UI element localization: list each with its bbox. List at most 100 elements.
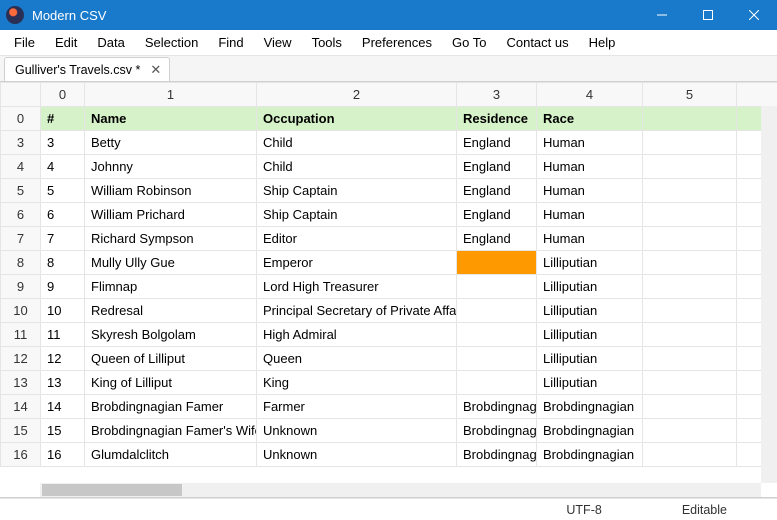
cell[interactable]: Human: [537, 203, 643, 227]
maximize-button[interactable]: [685, 0, 731, 30]
row-header[interactable]: 15: [1, 419, 41, 443]
cell[interactable]: Race: [537, 107, 643, 131]
cell[interactable]: Child: [257, 131, 457, 155]
menu-preferences[interactable]: Preferences: [352, 32, 442, 53]
cell[interactable]: 3: [41, 131, 85, 155]
cell[interactable]: [457, 323, 537, 347]
cell[interactable]: England: [457, 179, 537, 203]
corner-cell[interactable]: [1, 83, 41, 107]
menu-selection[interactable]: Selection: [135, 32, 208, 53]
cell[interactable]: [643, 227, 737, 251]
cell[interactable]: Human: [537, 227, 643, 251]
cell[interactable]: England: [457, 203, 537, 227]
cell[interactable]: Unknown: [257, 419, 457, 443]
cell[interactable]: Emperor: [257, 251, 457, 275]
cell[interactable]: Brobdingnag: [457, 443, 537, 467]
cell[interactable]: [643, 155, 737, 179]
menu-tools[interactable]: Tools: [302, 32, 352, 53]
cell[interactable]: Lord High Treasurer: [257, 275, 457, 299]
cell[interactable]: Residence: [457, 107, 537, 131]
cell[interactable]: 13: [41, 371, 85, 395]
row-header[interactable]: 10: [1, 299, 41, 323]
cell[interactable]: Brobdingnag: [457, 395, 537, 419]
cell[interactable]: Brobdingnagian: [537, 443, 643, 467]
cell[interactable]: [643, 251, 737, 275]
cell[interactable]: Flimnap: [85, 275, 257, 299]
column-header-2[interactable]: 2: [257, 83, 457, 107]
column-header-0[interactable]: 0: [41, 83, 85, 107]
cell[interactable]: 14: [41, 395, 85, 419]
column-header-5[interactable]: 5: [643, 83, 737, 107]
menu-view[interactable]: View: [254, 32, 302, 53]
cell[interactable]: King: [257, 371, 457, 395]
menu-help[interactable]: Help: [579, 32, 626, 53]
cell[interactable]: [643, 203, 737, 227]
column-header-4[interactable]: 4: [537, 83, 643, 107]
cell[interactable]: Betty: [85, 131, 257, 155]
cell[interactable]: [643, 395, 737, 419]
cell[interactable]: Glumdalclitch: [85, 443, 257, 467]
cell[interactable]: 6: [41, 203, 85, 227]
cell[interactable]: 5: [41, 179, 85, 203]
row-header[interactable]: 4: [1, 155, 41, 179]
column-header-3[interactable]: 3: [457, 83, 537, 107]
cell[interactable]: Ship Captain: [257, 203, 457, 227]
cell[interactable]: 9: [41, 275, 85, 299]
cell[interactable]: High Admiral: [257, 323, 457, 347]
cell[interactable]: [643, 299, 737, 323]
cell[interactable]: [457, 299, 537, 323]
spreadsheet-grid[interactable]: 012345 0#NameOccupationResidenceRace33Be…: [0, 82, 777, 498]
cell[interactable]: [643, 323, 737, 347]
cell[interactable]: Brobdingnagian: [537, 419, 643, 443]
cell[interactable]: Queen of Lilliput: [85, 347, 257, 371]
cell[interactable]: 7: [41, 227, 85, 251]
row-header[interactable]: 9: [1, 275, 41, 299]
row-header[interactable]: 8: [1, 251, 41, 275]
cell[interactable]: Child: [257, 155, 457, 179]
row-header[interactable]: 0: [1, 107, 41, 131]
cell[interactable]: Ship Captain: [257, 179, 457, 203]
cell[interactable]: Human: [537, 155, 643, 179]
column-header-6[interactable]: [737, 83, 777, 107]
cell[interactable]: Human: [537, 179, 643, 203]
cell[interactable]: [643, 371, 737, 395]
cell[interactable]: 15: [41, 419, 85, 443]
cell[interactable]: Editor: [257, 227, 457, 251]
menu-edit[interactable]: Edit: [45, 32, 87, 53]
row-header[interactable]: 13: [1, 371, 41, 395]
menu-find[interactable]: Find: [208, 32, 253, 53]
cell[interactable]: Lilliputian: [537, 299, 643, 323]
cell[interactable]: Lilliputian: [537, 371, 643, 395]
row-header[interactable]: 11: [1, 323, 41, 347]
file-tab[interactable]: Gulliver's Travels.csv * ✕: [4, 57, 170, 81]
menu-data[interactable]: Data: [87, 32, 134, 53]
cell[interactable]: [643, 419, 737, 443]
row-header[interactable]: 5: [1, 179, 41, 203]
cell[interactable]: Brobdingnag: [457, 419, 537, 443]
vertical-scrollbar[interactable]: [761, 106, 777, 483]
cell[interactable]: [643, 107, 737, 131]
cell[interactable]: [457, 347, 537, 371]
cell[interactable]: [643, 443, 737, 467]
cell[interactable]: Brobdingnagian: [537, 395, 643, 419]
cell[interactable]: [643, 347, 737, 371]
cell[interactable]: [643, 179, 737, 203]
menu-file[interactable]: File: [4, 32, 45, 53]
cell[interactable]: [457, 371, 537, 395]
cell[interactable]: Lilliputian: [537, 323, 643, 347]
cell[interactable]: Queen: [257, 347, 457, 371]
cell[interactable]: #: [41, 107, 85, 131]
minimize-button[interactable]: [639, 0, 685, 30]
row-header[interactable]: 3: [1, 131, 41, 155]
cell[interactable]: William Robinson: [85, 179, 257, 203]
menu-contact-us[interactable]: Contact us: [496, 32, 578, 53]
column-header-1[interactable]: 1: [85, 83, 257, 107]
horizontal-scrollbar[interactable]: [40, 483, 761, 497]
cell[interactable]: King of Lilliput: [85, 371, 257, 395]
cell[interactable]: Human: [537, 131, 643, 155]
cell[interactable]: 10: [41, 299, 85, 323]
cell[interactable]: [643, 275, 737, 299]
cell[interactable]: 4: [41, 155, 85, 179]
cell[interactable]: 12: [41, 347, 85, 371]
cell[interactable]: Mully Ully Gue: [85, 251, 257, 275]
